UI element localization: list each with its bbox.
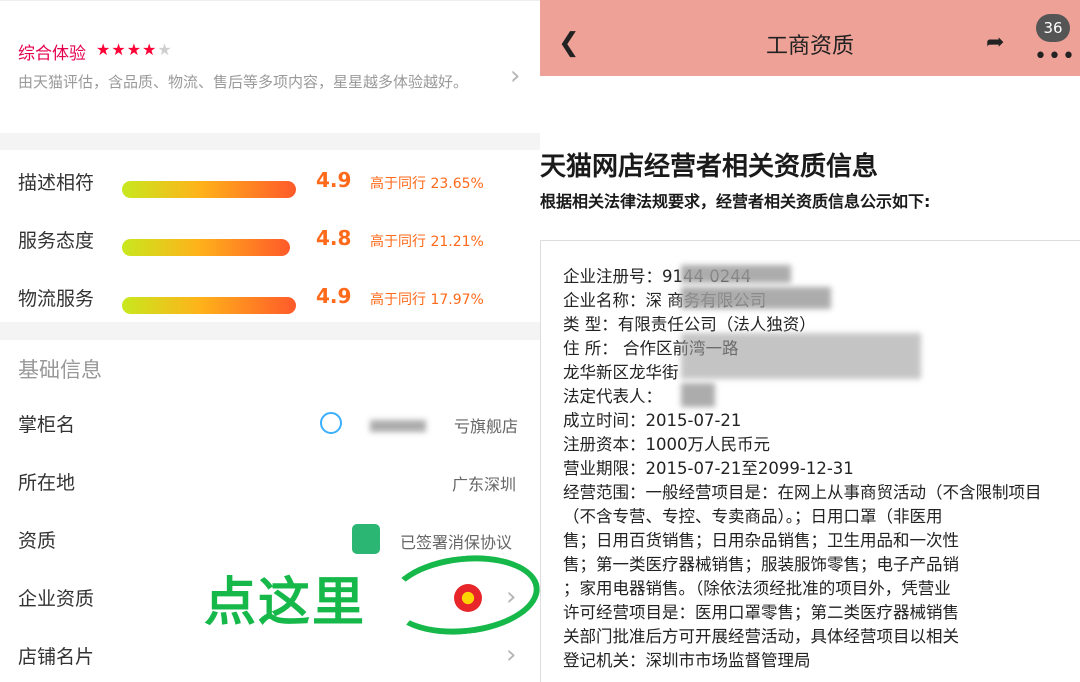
basic-info-heading: 基础信息 <box>18 358 102 382</box>
annotation-text: 点这里 <box>204 573 367 633</box>
notification-badge: 36 <box>1036 14 1070 42</box>
license-line: 经营范围：一般经营项目是：在网上从事商贸活动（不含限制项目 <box>563 483 1042 502</box>
license-line: 售；日用百货销售；日用杂品销售；卫生用品和一次性 <box>563 531 959 550</box>
star-rating: ★★★★★ <box>96 40 173 59</box>
license-line: 注册资本：1000万人民币元 <box>563 435 770 454</box>
rating-compare: 高于同行 21.21% <box>370 234 484 250</box>
info-label: 店铺名片 <box>18 646 95 668</box>
consumer-protection-icon <box>352 524 380 554</box>
redacted-text <box>681 265 791 283</box>
rating-label: 服务态度 <box>18 230 95 252</box>
rating-score: 4.9 <box>316 284 352 308</box>
license-line: ；家用电器销售。（除依法须经批准的项目外，凭营业 <box>563 579 951 598</box>
license-line: 类 型：有限责任公司（法人独资） <box>563 315 816 334</box>
rating-row-description: 描述相符 4.9 高于同行 23.65% <box>0 160 540 200</box>
star-filled-icon: ★★★★ <box>96 40 158 59</box>
license-line: 售；第一类医疗器械销售；服装服饰零售；电子产品销 <box>563 555 959 574</box>
license-info-box: 企业注册号：9144 0244 企业名称：深 商务有限公司 类 型：有限责任公司… <box>540 240 1080 682</box>
experience-title: 综合体验 <box>18 44 86 64</box>
more-icon[interactable]: ••• <box>1034 44 1076 69</box>
doc-title: 天猫网店经营者相关资质信息 <box>540 152 879 182</box>
license-line: 成立时间：2015-07-21 <box>563 411 742 430</box>
rating-bar <box>122 239 290 256</box>
info-label: 资质 <box>18 530 57 552</box>
experience-card[interactable]: 综合体验 ★★★★★ 由天猫评估，含品质、物流、售后等多项内容，星星越多体验越好… <box>0 0 540 133</box>
rating-row-logistics: 物流服务 4.9 高于同行 17.97% <box>0 276 540 316</box>
license-line: 龙华新区龙华街 <box>563 363 679 382</box>
redacted-text <box>681 383 715 407</box>
license-line: 关部门批准后方可开展经营活动，具体经营项目以相关 <box>563 627 959 646</box>
rating-bar <box>122 297 296 314</box>
rating-row-service: 服务态度 4.8 高于同行 21.21% <box>0 218 540 258</box>
nav-bar: ❮ 工商资质 ➦ ••• 36 <box>540 0 1080 76</box>
share-icon[interactable]: ➦ <box>986 30 1004 55</box>
wangwang-chat-icon[interactable] <box>320 412 342 434</box>
rating-bar <box>122 181 296 198</box>
license-line: 登记机关：深圳市市场监督管理局 <box>563 651 811 670</box>
rating-label: 物流服务 <box>18 288 95 310</box>
redacted-text <box>681 333 921 379</box>
license-line: 许可经营项目是：医用口罩零售；第二类医疗器械销售 <box>563 603 959 622</box>
store-info-panel: 综合体验 ★★★★★ 由天猫评估，含品质、物流、售后等多项内容，星星越多体验越好… <box>0 0 540 682</box>
info-label: 企业资质 <box>18 588 95 610</box>
info-value: 广东深圳 <box>452 475 517 494</box>
redacted-text <box>370 420 426 432</box>
business-license-panel: ❮ 工商资质 ➦ ••• 36 天猫网店经营者相关资质信息 根据相关法律法规要求… <box>540 0 1080 682</box>
info-row-shopkeeper[interactable]: 掌柜名 亏旗舰店 <box>0 396 540 454</box>
rating-label: 描述相符 <box>18 172 95 194</box>
info-row-store-card[interactable]: 店铺名片 › <box>0 628 540 682</box>
license-line: 营业期限：2015-07-21至2099-12-31 <box>563 459 854 478</box>
info-label: 掌柜名 <box>18 414 76 436</box>
info-value: 已签署消保协议 <box>400 533 513 552</box>
rating-score: 4.8 <box>316 226 352 250</box>
redacted-text <box>681 287 831 309</box>
ratings-card: 描述相符 4.9 高于同行 23.65% 服务态度 4.8 高于同行 21.21… <box>0 150 540 322</box>
star-empty-icon: ★ <box>157 40 173 59</box>
rating-compare: 高于同行 17.97% <box>370 292 484 308</box>
chevron-right-icon[interactable]: › <box>506 642 516 668</box>
info-value: 亏旗舰店 <box>454 417 519 436</box>
license-line: 法定代表人： <box>563 387 662 406</box>
info-row-location: 所在地 广东深圳 <box>0 454 540 512</box>
chevron-right-icon[interactable]: › <box>510 63 520 89</box>
rating-score: 4.9 <box>316 168 352 192</box>
doc-subtitle: 根据相关法律法规要求，经营者相关资质信息公示如下: <box>540 192 931 211</box>
license-line: （不含专营、专控、专卖商品）。；日用口罩（非医用 <box>563 507 943 526</box>
info-label: 所在地 <box>18 472 76 494</box>
rating-compare: 高于同行 23.65% <box>370 176 484 192</box>
experience-description: 由天猫评估，含品质、物流、售后等多项内容，星星越多体验越好。 <box>18 73 469 91</box>
